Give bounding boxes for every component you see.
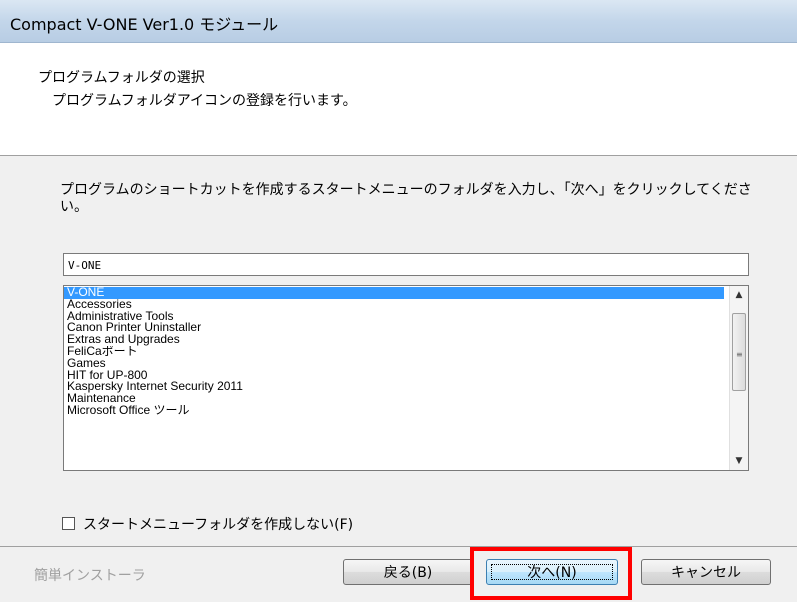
back-button-label: 戻る(B) xyxy=(383,565,433,581)
folder-list-item[interactable]: HIT for UP-800 xyxy=(64,370,724,382)
folder-list-item[interactable]: Canon Printer Uninstaller xyxy=(64,322,724,334)
installer-brand-label: 簡単インストーラ xyxy=(34,568,146,584)
folder-list-item[interactable]: Microsoft Office ツール xyxy=(64,405,724,417)
no-folder-checkbox-label: スタートメニューフォルダを作成しない(F) xyxy=(83,517,354,533)
folder-list-item[interactable]: Kaspersky Internet Security 2011 xyxy=(64,381,724,393)
cancel-button[interactable]: キャンセル xyxy=(641,559,771,585)
folder-listbox[interactable]: V-ONE Accessories Administrative Tools Cano… xyxy=(63,285,749,471)
instruction-text: プログラムのショートカットを作成するスタートメニューのフォルダを入力し、「次へ」… xyxy=(60,182,752,215)
next-button-highlight xyxy=(470,547,632,600)
folder-list-item[interactable]: Accessories xyxy=(64,299,724,311)
footer-divider xyxy=(0,546,797,547)
folder-list-item[interactable]: Games xyxy=(64,358,724,370)
folder-list-item[interactable]: Extras and Upgrades xyxy=(64,334,724,346)
page-title: プログラムフォルダの選択 xyxy=(38,70,205,86)
folder-list: V-ONE Accessories Administrative Tools Cano… xyxy=(64,287,724,417)
folder-name-input[interactable]: V-ONE xyxy=(63,253,749,276)
scroll-up-arrow-icon[interactable]: ▲ xyxy=(731,287,747,303)
content-panel: プログラムのショートカットを作成するスタートメニューのフォルダを入力し、「次へ」… xyxy=(0,156,797,546)
folder-list-item[interactable]: V-ONE xyxy=(64,287,724,299)
page-subtitle: プログラムフォルダアイコンの登録を行います。 xyxy=(52,93,357,109)
back-button[interactable]: 戻る(B) xyxy=(343,559,473,585)
folder-list-item[interactable]: Maintenance xyxy=(64,393,724,405)
folder-list-item[interactable]: FeliCaポート xyxy=(64,346,724,358)
grip-icon: ≡ xyxy=(736,350,743,359)
no-folder-option[interactable]: スタートメニューフォルダを作成しない(F) xyxy=(62,514,353,534)
folder-list-item[interactable]: Administrative Tools xyxy=(64,311,724,323)
footer-bar: 簡単インストーラ 戻る(B) 次へ(N) キャンセル xyxy=(0,546,797,602)
cancel-button-label: キャンセル xyxy=(671,565,741,581)
no-folder-checkbox[interactable] xyxy=(62,517,75,530)
header-panel: プログラムフォルダの選択 プログラムフォルダアイコンの登録を行います。 xyxy=(0,43,797,156)
scroll-thumb[interactable]: ≡ xyxy=(732,313,746,391)
scroll-down-arrow-icon[interactable]: ▼ xyxy=(731,453,747,469)
installer-window: Compact V-ONE Ver1.0 モジュール プログラムフォルダの選択 … xyxy=(0,0,797,602)
list-scrollbar[interactable]: ▲ ≡ ▼ xyxy=(729,286,748,470)
window-title: Compact V-ONE Ver1.0 モジュール xyxy=(10,15,279,34)
title-bar[interactable]: Compact V-ONE Ver1.0 モジュール xyxy=(0,0,797,43)
